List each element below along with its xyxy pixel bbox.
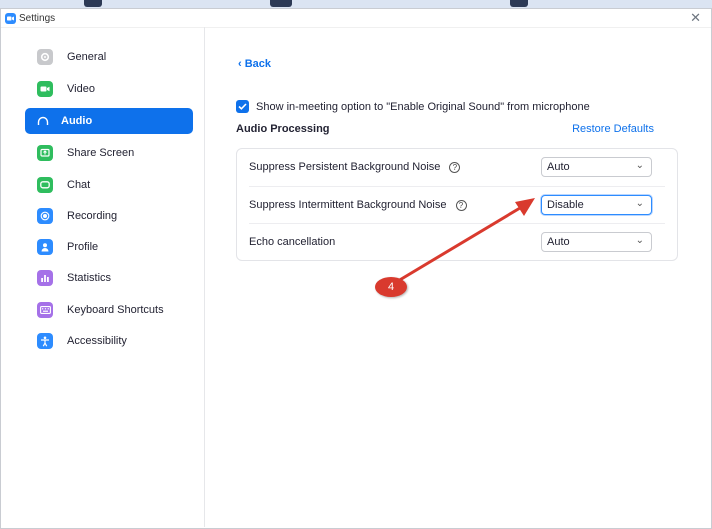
help-icon[interactable]: ? xyxy=(455,199,467,211)
restore-defaults-link[interactable]: Restore Defaults xyxy=(572,123,654,135)
select-value: Auto xyxy=(547,236,570,248)
share-screen-icon xyxy=(37,145,53,161)
sidebar: General Video Audio Share Screen Chat Re… xyxy=(13,27,205,527)
sidebar-item-statistics[interactable]: Statistics xyxy=(25,265,193,291)
sidebar-item-accessibility[interactable]: Accessibility xyxy=(25,328,193,354)
intermittent-noise-select[interactable]: Disable ⌄ xyxy=(541,195,652,215)
settings-window: Settings ✕ General Video Audio Share Scr… xyxy=(0,8,712,529)
sidebar-item-label: Chat xyxy=(67,179,91,191)
row-label: Suppress Intermittent Background Noise xyxy=(249,199,447,211)
sidebar-item-label: Video xyxy=(67,83,95,95)
persistent-noise-select[interactable]: Auto ⌄ xyxy=(541,157,652,177)
select-value: Auto xyxy=(547,161,570,173)
sidebar-item-keyboard-shortcuts[interactable]: Keyboard Shortcuts xyxy=(25,297,193,323)
audio-processing-card: Suppress Persistent Background Noise ? A… xyxy=(236,148,678,261)
record-icon xyxy=(37,208,53,224)
person-icon xyxy=(37,239,53,255)
sidebar-item-label: Share Screen xyxy=(67,147,135,159)
back-label: Back xyxy=(244,58,272,70)
echo-cancellation-select[interactable]: Auto ⌄ xyxy=(541,232,652,252)
keyboard-icon xyxy=(37,302,53,318)
chevron-left-icon: ‹ xyxy=(238,58,245,70)
settings-row-intermittent-noise: Suppress Intermittent Background Noise ?… xyxy=(249,186,665,223)
sidebar-item-label: Profile xyxy=(67,241,99,253)
row-label: Echo cancellation xyxy=(249,236,336,248)
sidebar-item-label: Accessibility xyxy=(67,335,127,347)
help-icon[interactable]: ? xyxy=(449,161,461,173)
audio-settings-panel: ‹ Back Show in-meeting option to "Enable… xyxy=(205,27,712,527)
row-label: Suppress Persistent Background Noise xyxy=(249,161,441,173)
sidebar-item-profile[interactable]: Profile xyxy=(25,234,193,260)
back-button[interactable]: ‹ Back xyxy=(238,58,271,70)
sidebar-item-label: Audio xyxy=(61,115,93,127)
sidebar-item-label: Recording xyxy=(67,210,118,222)
video-camera-icon xyxy=(37,81,53,97)
chat-bubble-icon xyxy=(37,177,53,193)
sidebar-item-general[interactable]: General xyxy=(25,44,193,70)
chevron-down-icon: ⌄ xyxy=(635,198,644,209)
sidebar-item-recording[interactable]: Recording xyxy=(25,203,193,229)
chevron-down-icon: ⌄ xyxy=(635,235,644,246)
headphones-icon xyxy=(37,113,49,129)
gear-icon xyxy=(37,49,53,65)
accessibility-icon xyxy=(37,333,53,349)
cropped-heading-strip xyxy=(0,0,712,8)
zoom-app-icon xyxy=(5,12,16,24)
original-sound-option: Show in-meeting option to "Enable Origin… xyxy=(236,100,590,113)
sidebar-item-chat[interactable]: Chat xyxy=(25,172,193,198)
close-icon[interactable]: ✕ xyxy=(690,10,701,26)
sidebar-item-audio[interactable]: Audio xyxy=(25,108,193,134)
window-title: Settings xyxy=(19,12,56,24)
bar-chart-icon xyxy=(37,270,53,286)
select-value: Disable xyxy=(547,199,584,211)
original-sound-checkbox[interactable] xyxy=(236,100,249,113)
settings-row-echo-cancellation: Echo cancellation Auto ⌄ xyxy=(249,223,665,260)
section-title: Audio Processing xyxy=(236,123,330,135)
sidebar-item-video[interactable]: Video xyxy=(25,76,193,102)
chevron-down-icon: ⌄ xyxy=(635,160,644,171)
step-badge: 4 xyxy=(375,277,407,297)
sidebar-item-label: Statistics xyxy=(67,272,112,284)
title-bar: Settings ✕ xyxy=(1,9,711,28)
sidebar-item-label: General xyxy=(67,51,107,63)
settings-row-persistent-noise: Suppress Persistent Background Noise ? A… xyxy=(249,149,665,185)
sidebar-item-label: Keyboard Shortcuts xyxy=(67,304,164,316)
original-sound-label: Show in-meeting option to "Enable Origin… xyxy=(256,100,590,113)
sidebar-item-share-screen[interactable]: Share Screen xyxy=(25,140,193,166)
